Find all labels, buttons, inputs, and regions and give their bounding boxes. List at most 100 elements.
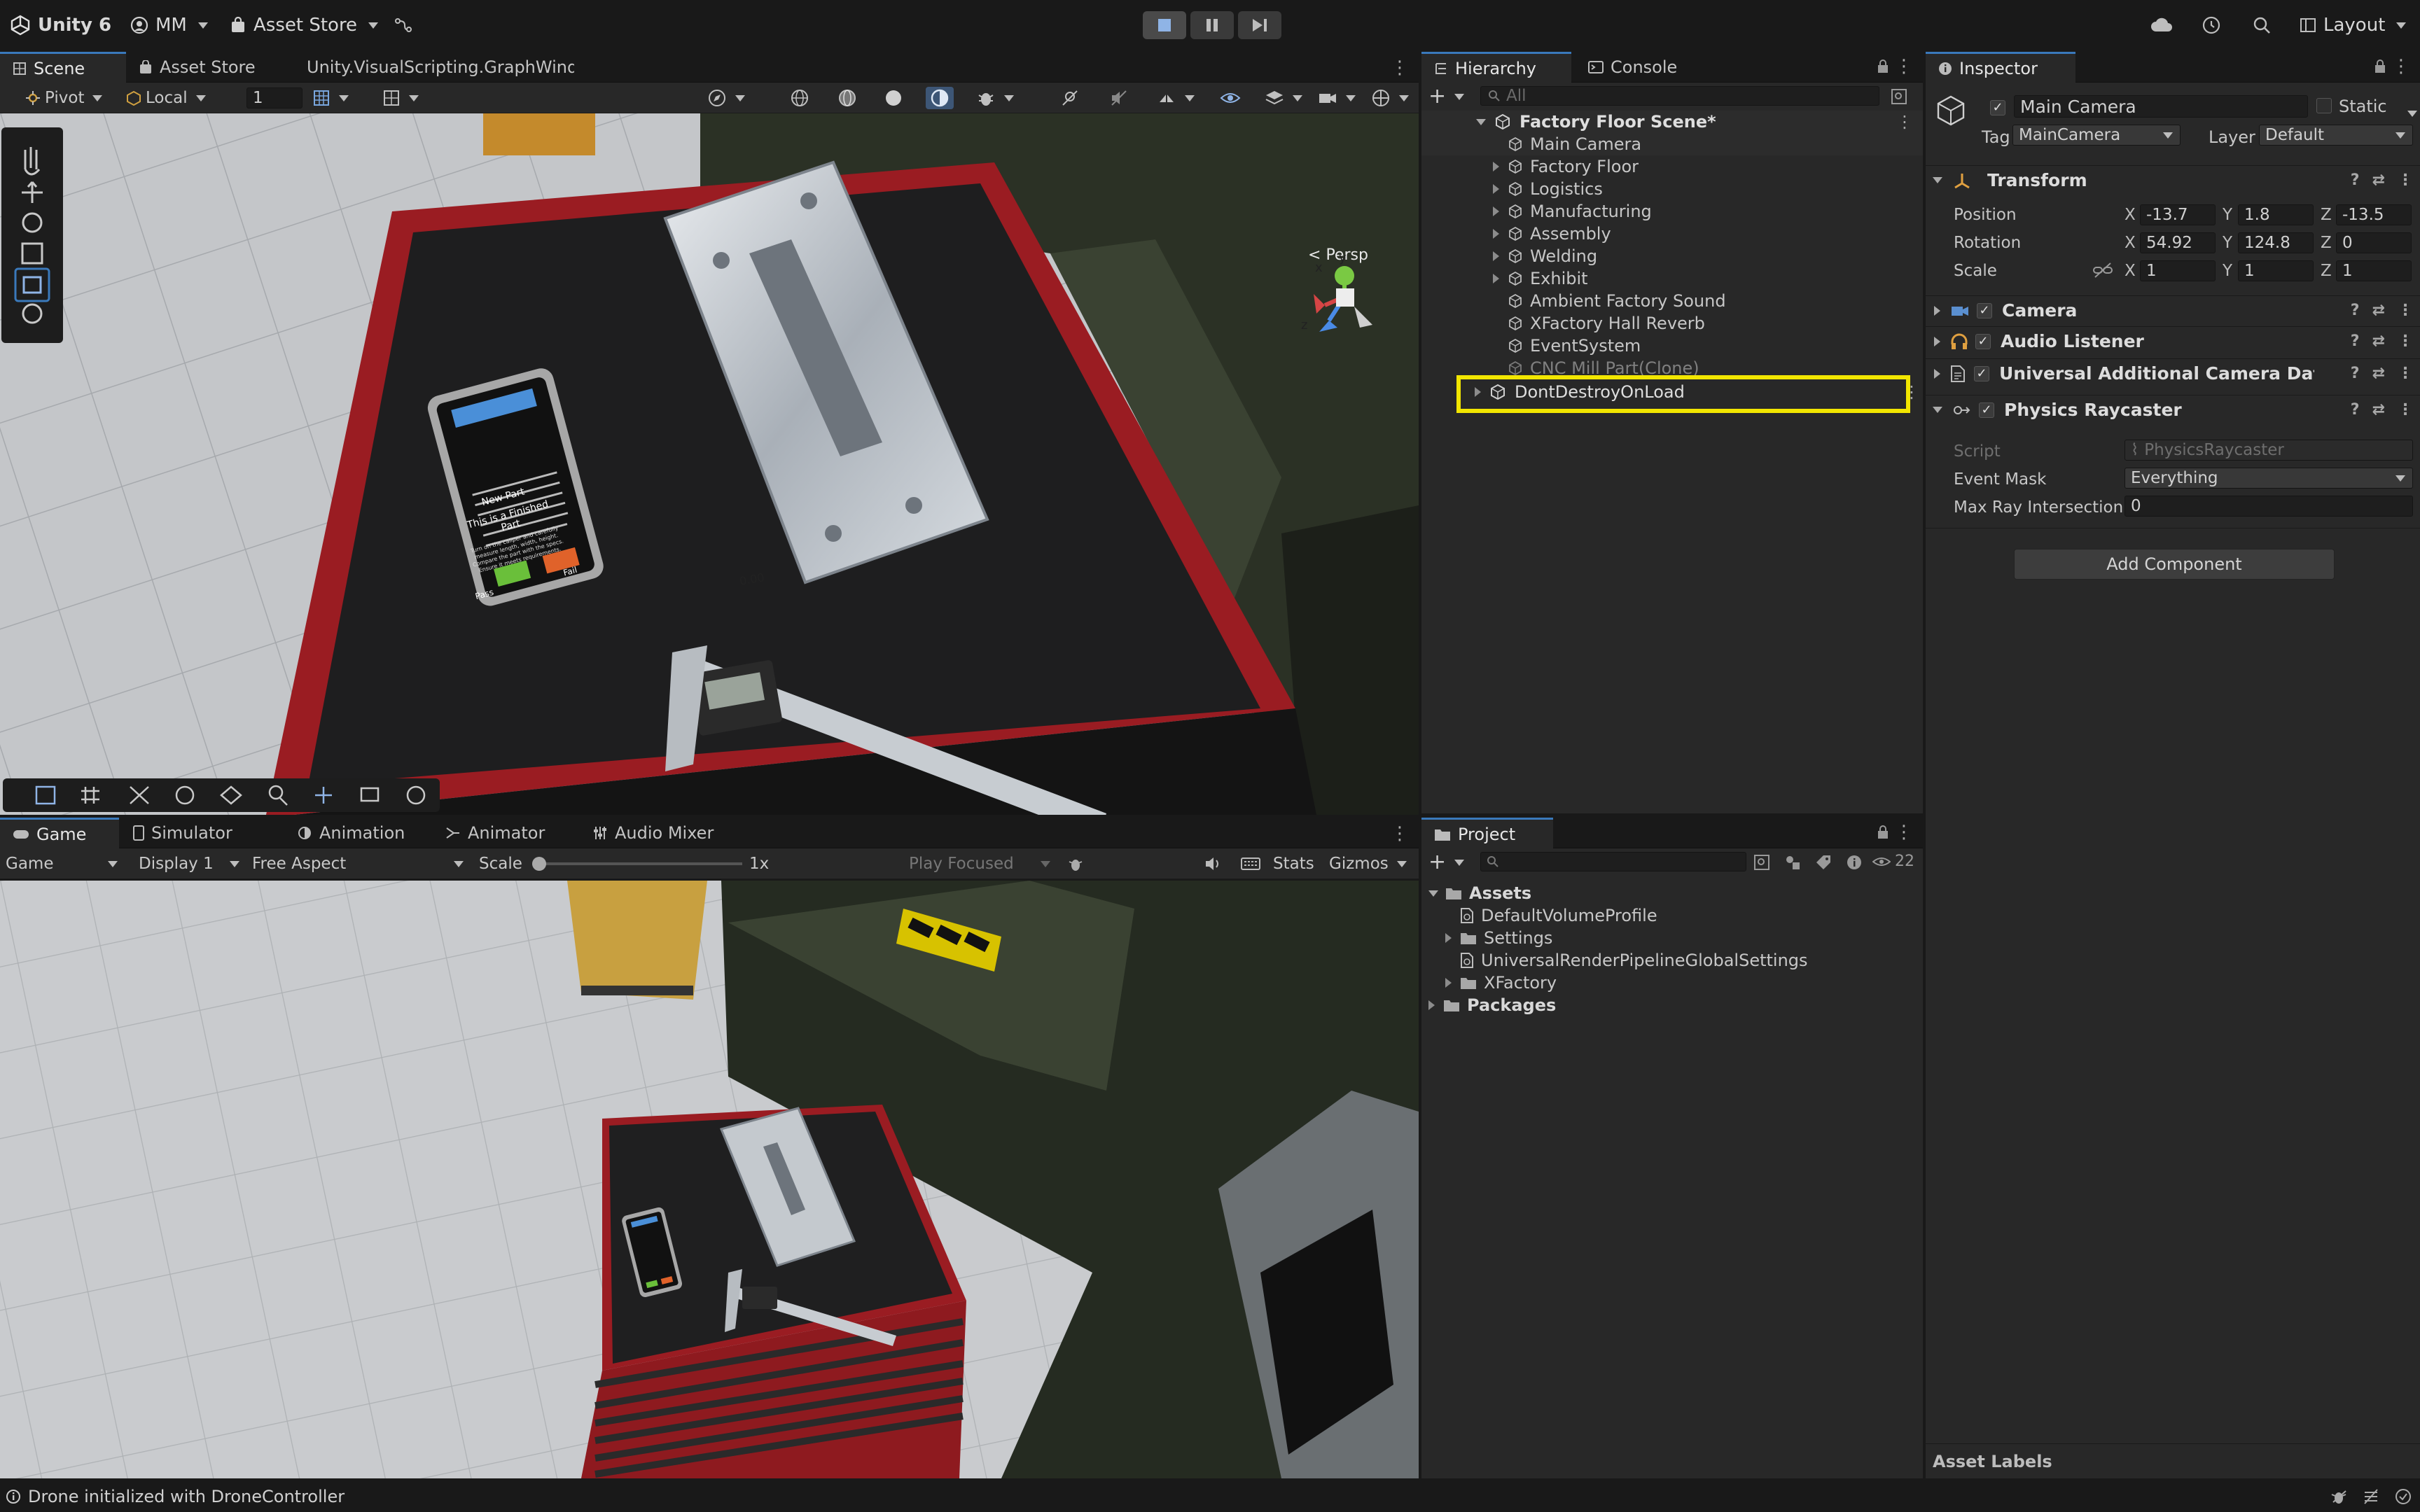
tab-simulator[interactable]: Simulator [120,818,245,848]
expand-arrow[interactable] [1476,118,1486,125]
expand-arrow[interactable] [1493,274,1499,284]
expand-arrow[interactable] [1428,1000,1435,1010]
expand-arrow[interactable] [1933,407,1942,413]
preset-icon[interactable]: ⇄ [2372,332,2385,350]
hierarchy-item[interactable]: Manufacturing [1421,200,1923,223]
project-search-input[interactable] [1480,852,1746,872]
axis-label-y[interactable]: Y [2223,262,2232,280]
shading-shaded-button[interactable] [879,87,908,109]
rotation-y-field[interactable]: 124.8 [2238,232,2314,253]
axis-label-x[interactable]: X [2125,206,2136,224]
axis-label-x[interactable]: X [2125,262,2136,280]
expand-arrow[interactable] [1493,251,1499,261]
progress-icon[interactable] [2363,1488,2379,1505]
debug-draw-button[interactable] [972,87,1018,109]
scale-x-field[interactable]: 1 [2140,260,2216,281]
tab-game[interactable]: Game [0,818,119,848]
grid-size-field[interactable]: 1 [246,88,302,108]
asset-labels[interactable]: Asset Labels [1926,1443,2420,1478]
kebab-icon[interactable]: ⋮ [2398,302,2413,319]
tab-scene[interactable]: Scene [0,52,126,83]
rotation-x-field[interactable]: 54.92 [2140,232,2216,253]
expand-arrow[interactable] [1934,336,1940,346]
shading-wireframe-button[interactable] [786,87,814,109]
help-icon[interactable]: ? [2351,302,2360,319]
expand-arrow[interactable] [1475,387,1481,397]
position-x-field[interactable]: -13.7 [2140,204,2216,225]
tab-project[interactable]: Project [1421,818,1553,848]
tab-animator[interactable]: Animator [433,818,557,848]
position-z-field[interactable]: -13.5 [2336,204,2412,225]
audio-listener-header[interactable]: ✓ Audio Listener ? ⇄ ⋮ [1926,326,2420,356]
project-item[interactable]: Packages [1421,994,1923,1016]
tab-asset-store[interactable]: Asset Store [126,52,268,83]
project-item[interactable]: Settings [1421,927,1923,949]
game-more-icon[interactable]: ⋮ [1391,823,1409,844]
layout-dropdown[interactable]: Layout [2300,10,2407,41]
grid-snap-button[interactable] [308,87,353,109]
constrain-proportions-icon[interactable] [2092,262,2113,279]
display-dropdown[interactable]: Display 1 [134,853,244,875]
play-button[interactable] [1143,11,1186,39]
help-icon[interactable]: ? [2351,172,2360,189]
hierarchy-item[interactable]: Logistics [1421,178,1923,200]
scale-slider-track[interactable] [532,862,742,865]
filter-type-icon[interactable] [1784,854,1801,871]
hierarchy-scene-row[interactable]: Factory Floor Scene* ⋮ [1421,111,1923,133]
scale-slider-thumb[interactable] [532,857,546,871]
project-item[interactable]: XFactory [1421,972,1923,994]
keyboard-shortcuts-button[interactable] [1237,853,1265,875]
object-name-field[interactable]: Main Camera [2014,95,2308,118]
tab-graph-window[interactable]: Unity.VisualScripting.GraphWindc [294,52,574,83]
version-control-button[interactable] [394,10,413,41]
gizmos-dropdown-game[interactable]: Gizmos [1325,853,1411,875]
preset-icon[interactable]: ⇄ [2372,365,2385,382]
hierarchy-search-input[interactable]: All [1480,86,1879,106]
shading-unlit-button[interactable] [926,87,954,109]
tab-inspector[interactable]: Inspector [1926,52,2075,83]
kebab-icon[interactable]: ⋮ [2398,401,2413,419]
local-dropdown[interactable]: Local [122,87,210,109]
step-button[interactable] [1238,11,1281,39]
account-button[interactable]: MM [130,10,208,41]
pause-button[interactable] [1190,11,1234,39]
splitter[interactable] [1923,52,1926,1481]
help-icon[interactable]: ? [2351,401,2360,419]
help-icon[interactable]: ? [2351,365,2360,382]
axis-label-x[interactable]: X [2125,234,2136,252]
project-add-button[interactable]: + [1428,851,1465,874]
expand-arrow[interactable] [1493,162,1499,172]
gizmos-dropdown[interactable] [1367,87,1413,109]
bug-icon[interactable] [2330,1488,2347,1505]
cloud-button[interactable] [2150,10,2174,41]
splitter[interactable] [1419,52,1421,1481]
position-y-field[interactable]: 1.8 [2238,204,2314,225]
project-item[interactable]: Assets [1421,882,1923,904]
expand-arrow[interactable] [1933,177,1942,183]
project-item[interactable]: DefaultVolumeProfile [1421,904,1923,927]
expand-arrow[interactable] [1934,368,1940,379]
add-component-button[interactable]: Add Component [2014,549,2335,580]
kebab-icon[interactable]: ⋮ [2398,365,2413,382]
scale-y-field[interactable]: 1 [2238,260,2314,281]
hierarchy-item[interactable]: XFactory Hall Reverb [1421,312,1923,335]
effects-dropdown[interactable] [1153,87,1199,109]
raycaster-enabled-checkbox[interactable]: ✓ [1979,402,1994,418]
play-focused-dropdown[interactable]: Play Focused [905,853,1055,875]
tab-audio-mixer[interactable]: Audio Mixer [580,818,726,848]
lock-icon[interactable] [1877,825,1889,840]
audio-listener-enabled-checkbox[interactable]: ✓ [1975,333,1991,349]
expand-arrow[interactable] [1493,229,1499,239]
hierarchy-item[interactable]: EventSystem [1421,335,1923,357]
expand-arrow[interactable] [1428,890,1438,897]
hierarchy-item[interactable]: Ambient Factory Sound [1421,290,1923,312]
expand-arrow[interactable] [1934,305,1940,316]
tab-hierarchy[interactable]: Hierarchy [1421,52,1571,83]
camera-data-enabled-checkbox[interactable]: ✓ [1974,365,1989,382]
layer-dropdown[interactable]: Default [2259,125,2413,146]
preset-icon[interactable]: ⇄ [2372,172,2385,189]
pivot-dropdown[interactable]: Pivot [21,87,106,109]
aspect-dropdown[interactable]: Free Aspect [248,853,468,875]
label-tag-icon[interactable] [1815,854,1832,871]
hierarchy-more-icon[interactable]: ⋮ [1895,56,1913,77]
